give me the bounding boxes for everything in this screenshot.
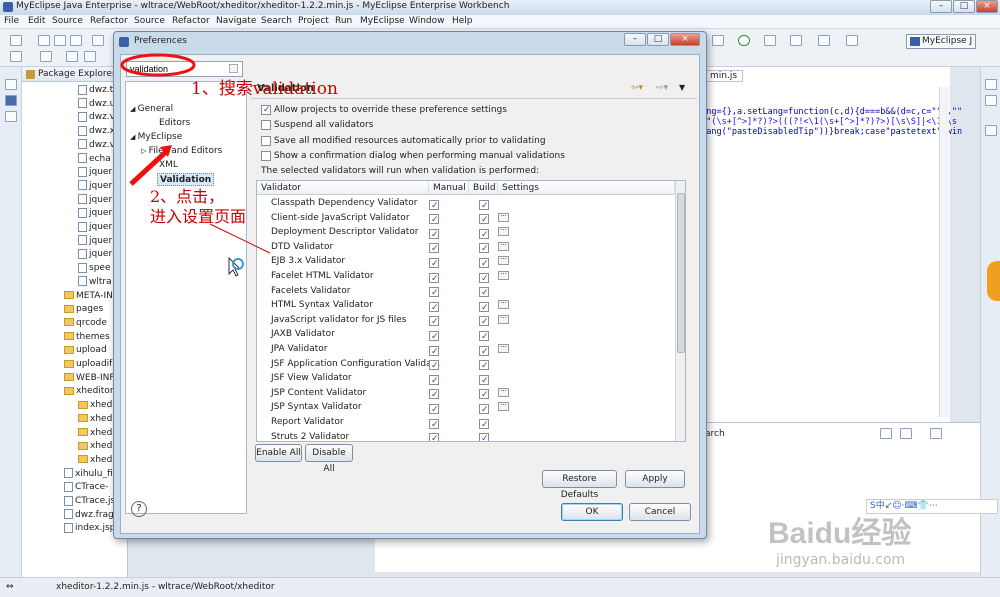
baidu-watermark: Baidu经验 — [768, 517, 912, 550]
annotation-step-2-line-2: 进入设置页面 — [150, 207, 247, 226]
red-arrow — [129, 148, 170, 186]
watermark-url: jingyan.baidu.com — [776, 552, 906, 568]
annotation-step-1: 1、搜索validation — [191, 79, 338, 99]
highlight-ellipse — [120, 53, 196, 77]
pointer-line — [209, 223, 271, 254]
